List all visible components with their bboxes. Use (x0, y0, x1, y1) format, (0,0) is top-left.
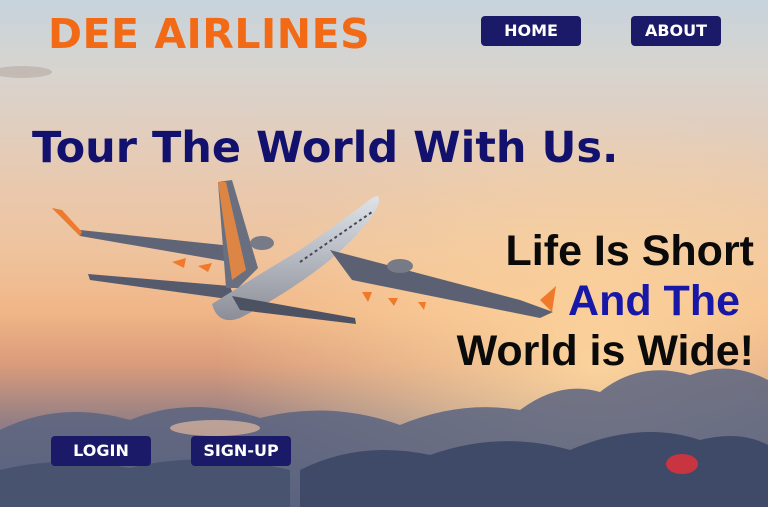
signup-button[interactable]: SIGN-UP (191, 436, 291, 466)
tagline-line-2: And The (568, 277, 740, 325)
tagline-line-1: Life Is Short (505, 227, 754, 275)
home-button[interactable]: HOME (481, 16, 581, 46)
brand-logo: DEE AIRLINES (48, 10, 371, 58)
hero-tagline: Life Is Short And The World is Wide! (457, 226, 754, 376)
tagline-line-3: World is Wide! (456, 327, 754, 375)
hero-headline: Tour The World With Us. (32, 123, 619, 173)
about-button[interactable]: ABOUT (631, 16, 721, 46)
login-button[interactable]: LOGIN (51, 436, 151, 466)
